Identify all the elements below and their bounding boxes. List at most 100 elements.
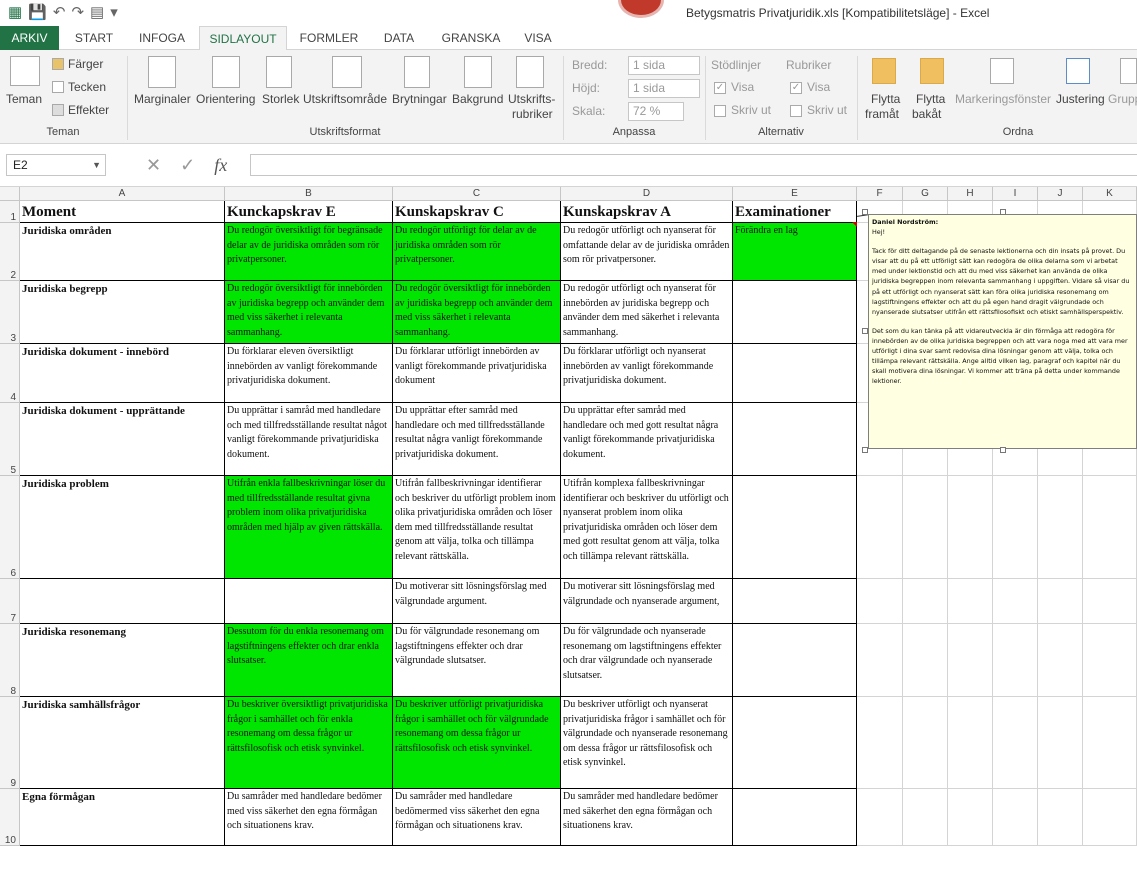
row-label-cell[interactable]: Juridiska dokument - innebörd — [20, 344, 225, 403]
criteria-cell[interactable]: Du motiverar sitt lösningsförslag med vä… — [561, 579, 733, 624]
criteria-cell[interactable]: Du redogör utförligt för delar av de jur… — [393, 223, 561, 281]
criteria-cell[interactable] — [225, 579, 393, 624]
cancel-icon[interactable]: ✕ — [146, 155, 161, 175]
empty-cell[interactable] — [1083, 579, 1137, 624]
customize-qat-icon[interactable]: ▾ — [110, 4, 118, 22]
column-header-d[interactable]: D — [561, 187, 733, 201]
row-header-4[interactable]: 4 — [0, 344, 20, 403]
criteria-cell[interactable] — [733, 281, 857, 344]
row-label-cell[interactable]: Juridiska begrepp — [20, 281, 225, 344]
undo-icon[interactable]: ↶ — [53, 4, 66, 22]
row-header-9[interactable]: 9 — [0, 697, 20, 789]
empty-cell[interactable] — [1083, 789, 1137, 846]
empty-cell[interactable] — [993, 697, 1038, 789]
row-label-cell[interactable]: Juridiska områden — [20, 223, 225, 281]
criteria-cell[interactable] — [733, 789, 857, 846]
tab-data[interactable]: DATA — [372, 26, 426, 50]
criteria-cell[interactable]: Utifrån komplexa fallbeskrivningar ident… — [561, 476, 733, 579]
criteria-cell[interactable]: Du beskriver utförligt privatjuridiska f… — [393, 697, 561, 789]
criteria-cell[interactable]: Du samråder med handledare bedömermed vi… — [393, 789, 561, 846]
row-label-cell[interactable]: Egna förmågan — [20, 789, 225, 846]
empty-cell[interactable] — [948, 789, 993, 846]
margins-button[interactable]: Marginaler — [134, 92, 191, 106]
background-button[interactable]: Bakgrund — [452, 92, 503, 106]
header-cell[interactable]: Kunskapskrav A — [561, 201, 733, 223]
criteria-cell[interactable]: Du redogör översiktligt för innebörden a… — [393, 281, 561, 344]
column-header-g[interactable]: G — [903, 187, 948, 201]
empty-cell[interactable] — [857, 697, 903, 789]
criteria-cell[interactable]: Du upprättar efter samråd med handledare… — [393, 403, 561, 476]
height-select[interactable]: 1 sida — [628, 79, 700, 98]
criteria-cell[interactable] — [733, 403, 857, 476]
empty-cell[interactable] — [1083, 476, 1137, 579]
criteria-cell[interactable]: Du samråder med handledare bedömer med s… — [561, 789, 733, 846]
send-backward-line2[interactable]: bakåt — [912, 107, 941, 121]
column-header-c[interactable]: C — [393, 187, 561, 201]
header-cell[interactable]: Kunckapskrav E — [225, 201, 393, 223]
criteria-cell[interactable] — [733, 624, 857, 697]
row-header-10[interactable]: 10 — [0, 789, 20, 846]
empty-cell[interactable] — [993, 476, 1038, 579]
name-box[interactable]: E2 ▼ — [6, 154, 106, 176]
effects-button[interactable]: Effekter — [68, 103, 109, 117]
empty-cell[interactable] — [1038, 624, 1083, 697]
row-header-5[interactable]: 5 — [0, 403, 20, 476]
criteria-cell[interactable]: Du för välgrundade resonemang om lagstif… — [393, 624, 561, 697]
empty-cell[interactable] — [857, 579, 903, 624]
row-label-cell[interactable]: Juridiska samhällsfrågor — [20, 697, 225, 789]
criteria-cell[interactable]: Dessutom för du enkla resonemang om lags… — [225, 624, 393, 697]
criteria-cell[interactable]: Du förklarar eleven översiktligt innebör… — [225, 344, 393, 403]
empty-cell[interactable] — [903, 697, 948, 789]
bring-forward-line2[interactable]: framåt — [865, 107, 899, 121]
chevron-down-icon[interactable]: ▼ — [92, 155, 101, 175]
row-header-3[interactable]: 3 — [0, 281, 20, 344]
gridlines-print-checkbox[interactable] — [714, 105, 726, 117]
form-icon[interactable]: ▤ — [90, 4, 104, 22]
criteria-cell[interactable]: Du beskriver översiktligt privatjuridisk… — [225, 697, 393, 789]
criteria-cell[interactable]: Du beskriver utförligt och nyanserat pri… — [561, 697, 733, 789]
size-button[interactable]: Storlek — [262, 92, 299, 106]
selection-pane-button[interactable]: Markeringsfönster — [955, 92, 1051, 106]
criteria-cell[interactable]: Utifrån enkla fallbeskrivningar löser du… — [225, 476, 393, 579]
column-header-k[interactable]: K — [1083, 187, 1137, 201]
row-header-7[interactable]: 7 — [0, 579, 20, 624]
empty-cell[interactable] — [993, 624, 1038, 697]
column-header-a[interactable]: A — [20, 187, 225, 201]
bring-forward-line1[interactable]: Flytta — [871, 92, 900, 106]
redo-icon[interactable]: ↷ — [71, 4, 84, 22]
gridlines-view-checkbox[interactable]: ✓ — [714, 82, 726, 94]
row-header-2[interactable]: 2 — [0, 223, 20, 281]
empty-cell[interactable] — [857, 624, 903, 697]
print-titles-button-line1[interactable]: Utskrifts- — [508, 92, 555, 106]
insert-function-icon[interactable]: fx — [214, 155, 227, 175]
empty-cell[interactable] — [1083, 697, 1137, 789]
tab-start[interactable]: START — [62, 26, 126, 50]
fonts-button[interactable]: Tecken — [68, 80, 106, 94]
criteria-cell[interactable]: Du förklarar utförligt och nyanserat inn… — [561, 344, 733, 403]
header-cell[interactable]: Kunskapskrav C — [393, 201, 561, 223]
formula-input[interactable] — [250, 154, 1137, 176]
header-cell[interactable]: Moment — [20, 201, 225, 223]
empty-cell[interactable] — [948, 579, 993, 624]
breaks-button[interactable]: Brytningar — [392, 92, 447, 106]
scale-input[interactable]: 72 % — [628, 102, 684, 121]
tab-arkiv[interactable]: ARKIV — [0, 26, 59, 50]
criteria-cell[interactable] — [733, 579, 857, 624]
criteria-cell[interactable] — [733, 476, 857, 579]
empty-cell[interactable] — [857, 789, 903, 846]
criteria-cell[interactable]: Du redogör utförligt och nyanserat för o… — [561, 223, 733, 281]
save-icon[interactable]: 💾 — [28, 4, 47, 22]
criteria-cell[interactable]: Du redogör översiktligt för innebörden a… — [225, 281, 393, 344]
empty-cell[interactable] — [1038, 697, 1083, 789]
empty-cell[interactable] — [1083, 624, 1137, 697]
tab-sidlayout[interactable]: SIDLAYOUT — [199, 26, 287, 51]
tab-infoga[interactable]: INFOGA — [130, 26, 194, 50]
align-button[interactable]: Justering — [1056, 92, 1105, 106]
comment-resize-handle[interactable] — [862, 328, 868, 334]
criteria-cell[interactable]: Du redogör översiktligt för begränsade d… — [225, 223, 393, 281]
criteria-cell[interactable] — [733, 344, 857, 403]
row-header-6[interactable]: 6 — [0, 476, 20, 579]
criteria-cell[interactable]: Du upprättar efter samråd med handledare… — [561, 403, 733, 476]
criteria-cell[interactable]: Du redogör utförligt och nyanserat för i… — [561, 281, 733, 344]
comment-resize-handle[interactable] — [1000, 447, 1006, 453]
